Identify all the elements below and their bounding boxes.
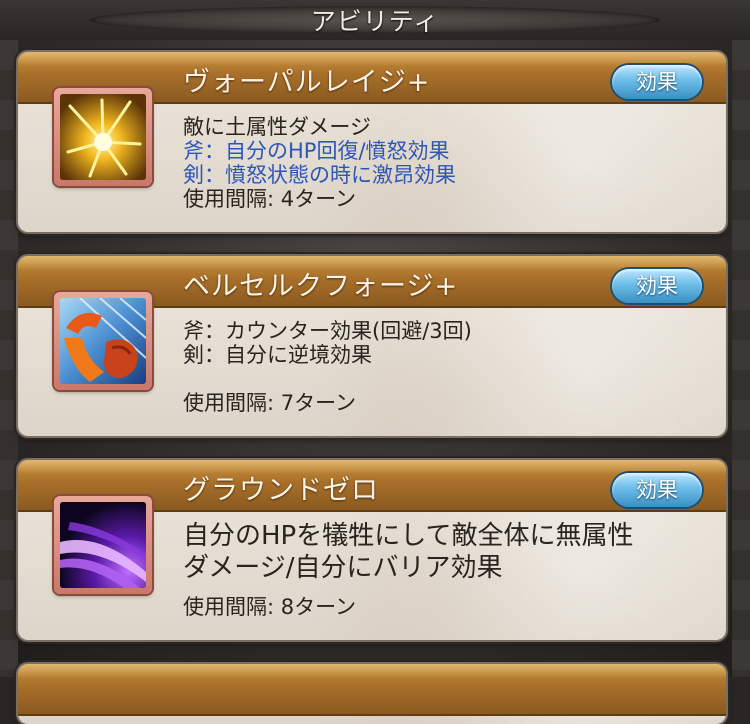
left-ornament [0, 40, 18, 677]
ability-sword-effect: 剣：自分に逆境効果 [183, 343, 372, 367]
ability-icon-frame [54, 496, 152, 594]
ability-card-vorpal-rage[interactable]: ヴォーパルレイジ+ 効果 敵に土属性ダメージ 斧：自分のHP回復/憤怒効果 剣：… [18, 52, 726, 232]
ability-cooldown: 使用間隔: 8ターン [183, 595, 357, 619]
ability-icon-frame [54, 88, 152, 186]
ability-cooldown: 使用間隔: 4ターン [183, 187, 357, 211]
ability-description-line-2: ダメージ/自分にバリア効果 [183, 553, 503, 583]
ability-name: グラウンドゼロ [183, 475, 379, 506]
ability-card-berserk-forge[interactable]: ベルセルクフォージ+ 効果 斧：カウンター効果(回避/3回) 剣：自分に逆境効果… [18, 256, 726, 436]
ability-name: ヴォーパルレイジ+ [183, 67, 431, 98]
right-ornament [732, 40, 750, 677]
purple-slash-icon [60, 502, 146, 588]
ability-sword-effect: 剣：憤怒状態の時に激昂効果 [183, 163, 456, 187]
ability-description-line-1: 自分のHPを犠牲にして敵全体に無属性 [183, 521, 634, 551]
golden-burst-icon [60, 94, 146, 180]
effect-button[interactable]: 効果 [612, 473, 702, 507]
fist-strike-icon [60, 298, 146, 384]
ability-card-partial[interactable] [18, 664, 726, 724]
ability-name: ベルセルクフォージ+ [183, 271, 459, 302]
ability-title-bar [18, 664, 726, 716]
ability-cooldown: 使用間隔: 7ターン [183, 391, 357, 415]
ability-axe-effect: 斧：自分のHP回復/憤怒効果 [183, 139, 450, 163]
effect-button[interactable]: 効果 [612, 65, 702, 99]
ability-icon-frame [54, 292, 152, 390]
section-title: アビリティ [310, 7, 440, 36]
ability-description: 敵に土属性ダメージ [183, 115, 371, 139]
effect-button[interactable]: 効果 [612, 269, 702, 303]
ability-card-ground-zero[interactable]: グラウンドゼロ 効果 自分のHPを犠牲にして敵全体に無属性 ダメージ/自分にバリ… [18, 460, 726, 640]
ability-axe-effect: 斧：カウンター効果(回避/3回) [183, 319, 472, 343]
